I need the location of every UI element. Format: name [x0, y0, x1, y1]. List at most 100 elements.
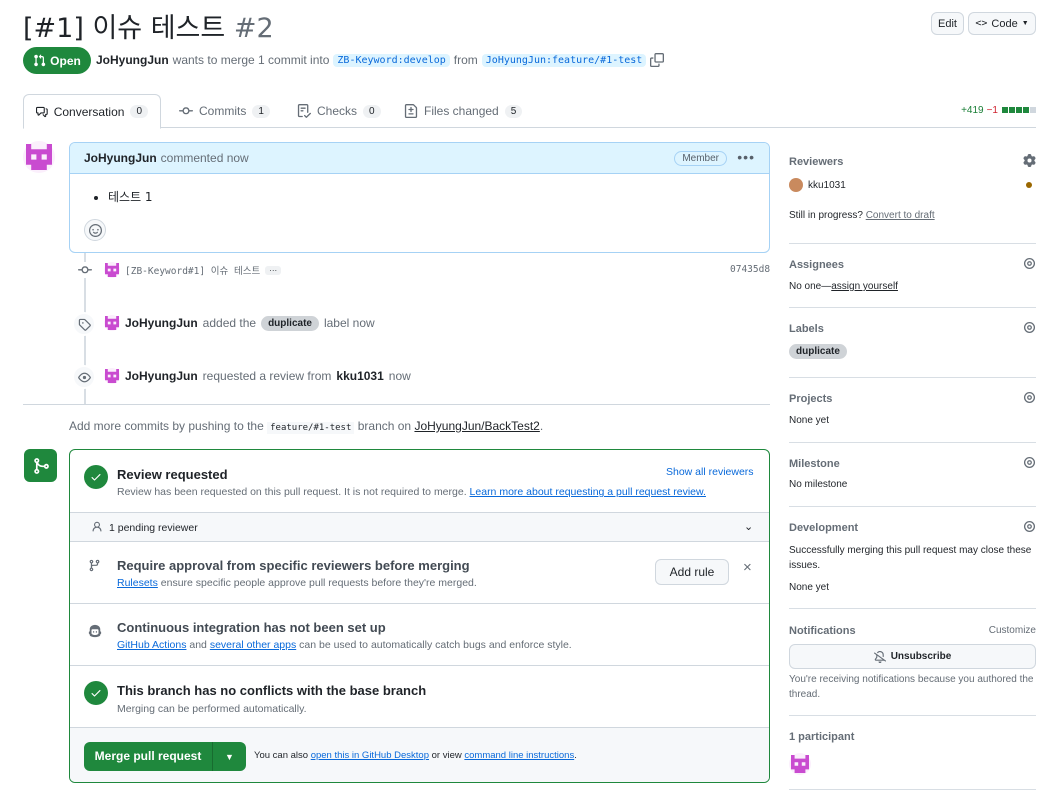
sidebar-development: Development Successfully merging this pu…: [789, 520, 1036, 593]
sidebar-divider: [789, 608, 1036, 609]
sidebar-projects: Projects None yet: [789, 391, 1036, 426]
gear-icon[interactable]: [1023, 520, 1036, 533]
labels-heading[interactable]: Labels: [789, 323, 1036, 335]
author-avatar[interactable]: [23, 141, 55, 173]
tab-checks-count: 0: [363, 104, 381, 118]
triangle-down-icon[interactable]: ▼: [213, 752, 246, 762]
reviewer-avatar[interactable]: [789, 178, 803, 192]
gear-icon[interactable]: [1023, 456, 1036, 469]
copy-icon[interactable]: [650, 53, 665, 67]
kebab-horizontal-icon[interactable]: •••: [737, 149, 755, 165]
development-desc: Successfully merging this pull request m…: [789, 545, 1032, 571]
tab-checks[interactable]: Checks 0: [285, 94, 393, 128]
review-request-reviewer[interactable]: kku1031: [336, 369, 383, 383]
push-info-middle: branch on: [357, 419, 412, 433]
development-heading[interactable]: Development: [789, 522, 1036, 534]
tab-commits[interactable]: Commits 1: [167, 94, 282, 128]
no-conflicts-title: This branch has no conflicts with the ba…: [117, 683, 427, 698]
pr-author-link[interactable]: JoHyungJun: [96, 53, 169, 67]
projects-heading[interactable]: Projects: [789, 393, 1036, 405]
pr-state-badge: Open: [23, 47, 91, 74]
review-request-actor[interactable]: JoHyungJun: [125, 369, 198, 383]
gear-icon[interactable]: [1023, 257, 1036, 270]
unsubscribe-button[interactable]: Unsubscribe: [789, 644, 1036, 669]
commit-ellipsis-button[interactable]: ···: [265, 265, 282, 275]
participant-avatar[interactable]: [789, 753, 811, 775]
rulesets-link[interactable]: Rulesets: [117, 577, 158, 589]
commit-avatar[interactable]: [104, 262, 120, 278]
add-rule-button[interactable]: Add rule: [655, 559, 729, 585]
pending-reviewer-row[interactable]: 1 pending reviewer ⌄: [70, 512, 769, 542]
label-duplicate[interactable]: duplicate: [261, 315, 319, 331]
sidebar-label-duplicate[interactable]: duplicate: [789, 344, 847, 359]
cli-link[interactable]: command line instructions: [464, 750, 574, 761]
comment-author[interactable]: JoHyungJun: [84, 151, 157, 165]
tab-files-changed[interactable]: Files changed 5: [392, 94, 534, 128]
tab-conversation-label: Conversation: [53, 104, 125, 119]
period-text: .: [574, 750, 577, 761]
gear-icon[interactable]: [1023, 321, 1036, 334]
reviewers-heading[interactable]: Reviewers: [789, 156, 1036, 168]
gear-icon[interactable]: [1023, 154, 1036, 167]
several-apps-link[interactable]: several other apps: [210, 639, 296, 651]
base-branch[interactable]: ZB-Keyword:develop: [333, 53, 450, 67]
copilot-icon: [88, 624, 102, 638]
tab-conversation[interactable]: Conversation 0: [23, 94, 161, 129]
pending-reviewer-text: 1 pending reviewer: [109, 522, 198, 534]
merge-pull-request-button[interactable]: Merge pull request ▼: [84, 742, 246, 771]
desktop-link[interactable]: open this in GitHub Desktop: [311, 750, 429, 761]
draft-row: Still in progress? Convert to draft: [789, 210, 935, 221]
code-button-label: Code: [991, 17, 1018, 30]
reviewer-row[interactable]: kku1031: [789, 178, 846, 192]
from-text: from: [453, 53, 478, 67]
assignees-none: No one—: [789, 281, 832, 292]
diffstat: +419 −1: [961, 105, 1036, 116]
tab-checks-label: Checks: [317, 104, 358, 118]
gear-icon[interactable]: [1023, 391, 1036, 404]
labeled-avatar[interactable]: [104, 315, 120, 331]
review-desc-text: Review has been requested on this pull r…: [117, 486, 467, 498]
edit-button[interactable]: Edit: [931, 12, 964, 35]
review-request-avatar[interactable]: [104, 368, 120, 384]
review-request-after: now: [388, 369, 411, 383]
head-branch[interactable]: JoHyungJun:feature/#1-test: [481, 53, 647, 67]
diffstat-bar: [1001, 105, 1036, 116]
show-all-reviewers-link[interactable]: Show all reviewers: [666, 466, 754, 478]
tab-files-changed-count: 5: [504, 104, 523, 118]
assign-yourself-link[interactable]: assign yourself: [831, 281, 898, 292]
github-actions-link[interactable]: GitHub Actions: [117, 639, 186, 651]
review-requested-section: Review requested Show all reviewers Revi…: [70, 450, 769, 512]
unsubscribe-label: Unsubscribe: [890, 651, 952, 662]
comment-box: JoHyungJun commented now Member ••• 테스트 …: [69, 142, 770, 253]
learn-more-link[interactable]: Learn more about requesting a pull reque…: [470, 486, 706, 498]
merge-also-text: You can also open this in GitHub Desktop…: [254, 750, 577, 761]
pr-tabs: Conversation 0 Commits 1 Checks 0 Files …: [23, 94, 1036, 129]
customize-link[interactable]: Customize: [989, 625, 1036, 636]
timeline-review-request: JoHyungJun requested a review from kku10…: [104, 368, 411, 384]
git-commit-icon: [179, 107, 193, 115]
pr-title: [#1] 이슈 테스트 #2: [23, 6, 274, 45]
timeline-labeled: JoHyungJun added the duplicate label now: [104, 315, 375, 331]
sidebar-reviewers: Reviewers kku1031 Still in progress? Con…: [789, 154, 1036, 221]
labeled-after: label now: [323, 316, 375, 330]
merge-button-label[interactable]: Merge pull request: [84, 742, 213, 771]
close-icon[interactable]: ×: [743, 559, 752, 576]
push-info-branch: feature/#1-test: [267, 422, 355, 434]
require-approval-section: Require approval from specific reviewers…: [70, 542, 769, 604]
commit-sha[interactable]: 07435d8: [730, 264, 770, 275]
labeled-actor[interactable]: JoHyungJun: [125, 316, 198, 330]
comment-action[interactable]: commented now: [161, 151, 249, 165]
reviewer-name[interactable]: kku1031: [808, 180, 846, 191]
code-button[interactable]: <> Code ▼: [968, 12, 1036, 35]
sidebar-participants: 1 participant: [789, 731, 1036, 775]
comment-header: JoHyungJun commented now Member •••: [70, 143, 769, 174]
convert-to-draft-link[interactable]: Convert to draft: [866, 210, 935, 221]
commit-message-link[interactable]: [ZB-Keyword#1] 이슈 테스트: [125, 263, 260, 277]
review-requested-title: Review requested: [117, 467, 228, 482]
push-info-repo-link[interactable]: JoHyungJun/BackTest2: [414, 419, 539, 433]
merge-box: Review requested Show all reviewers Revi…: [69, 449, 770, 783]
or-view-text: or view: [431, 750, 462, 761]
assignees-heading[interactable]: Assignees: [789, 259, 1036, 271]
milestone-heading[interactable]: Milestone: [789, 458, 1036, 470]
smiley-icon[interactable]: [84, 219, 106, 241]
